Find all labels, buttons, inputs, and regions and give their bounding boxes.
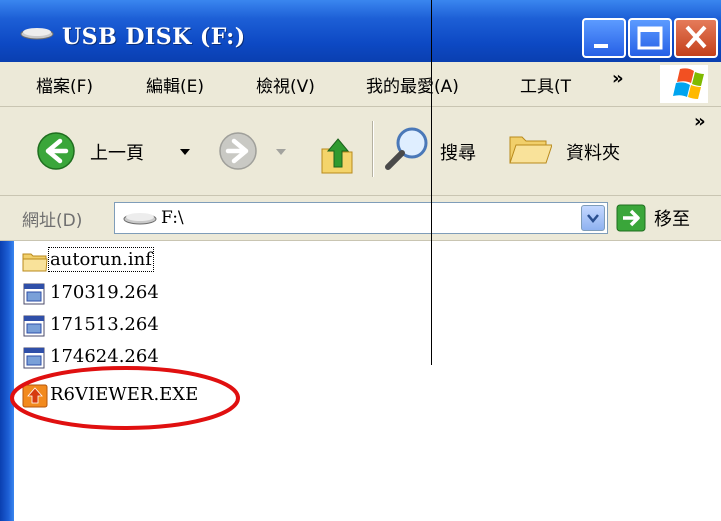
folders-button[interactable]: 資料夾: [508, 123, 648, 175]
usb-drive-icon: [123, 213, 157, 225]
back-dropdown-icon[interactable]: [178, 145, 192, 159]
search-icon: [385, 127, 428, 170]
back-button[interactable]: 上一頁: [36, 125, 204, 175]
back-arrow-icon: [37, 132, 75, 170]
chevron-down-icon: [587, 214, 599, 223]
video-file-icon: [23, 315, 45, 337]
menu-overflow-button[interactable]: »: [612, 68, 624, 89]
forward-button[interactable]: [218, 125, 294, 175]
back-label: 上一頁: [90, 143, 144, 164]
toolbar-separator: [372, 121, 374, 177]
highlight-ellipse: [10, 366, 240, 430]
go-button[interactable]: 移至: [616, 202, 716, 234]
folder-icon: [22, 253, 48, 272]
windows-logo-icon: [660, 65, 708, 103]
folders-icon: [509, 136, 552, 164]
forward-arrow-icon: [219, 132, 257, 170]
search-label: 搜尋: [440, 143, 476, 164]
address-input[interactable]: F:\: [114, 202, 608, 234]
menu-bar: 檔案(F) 編輯(E) 檢視(V) 我的最愛(A) 工具(T »: [0, 62, 721, 107]
window-title: USB DISK (F:): [62, 24, 246, 50]
forward-dropdown-icon: [276, 149, 286, 155]
cursor-line: [431, 0, 432, 365]
up-folder-icon[interactable]: [318, 133, 358, 177]
address-dropdown-button[interactable]: [581, 205, 605, 231]
usb-drive-icon: [20, 28, 54, 40]
go-arrow-icon: [616, 204, 646, 232]
address-bar: 網址(D) F:\ 移至: [0, 196, 721, 241]
close-icon: [685, 25, 707, 49]
minimize-icon: [594, 44, 608, 48]
minimize-button[interactable]: [582, 18, 626, 58]
explorer-window: USB DISK (F:) 檔案(F) 編輯(E) 檢視(V) 我的最愛(A) …: [0, 0, 721, 521]
toolbar: 上一頁 搜尋 資料夾 »: [0, 107, 721, 196]
menu-tools[interactable]: 工具(T: [520, 72, 571, 97]
video-file-icon: [23, 283, 45, 305]
file-name: autorun.inf: [48, 247, 154, 272]
close-button[interactable]: [674, 18, 718, 58]
address-path: F:\: [161, 208, 184, 228]
file-name: 171513.264: [50, 314, 159, 335]
go-label: 移至: [654, 209, 690, 230]
menu-file[interactable]: 檔案(F): [36, 72, 93, 97]
menu-edit[interactable]: 編輯(E): [146, 72, 204, 97]
address-label: 網址(D): [22, 211, 83, 231]
menu-view[interactable]: 檢視(V): [256, 72, 315, 97]
maximize-button[interactable]: [628, 18, 672, 58]
file-name: 170319.264: [50, 282, 159, 303]
menu-favorites[interactable]: 我的最愛(A): [366, 72, 459, 97]
search-button[interactable]: 搜尋: [384, 123, 488, 175]
folders-label: 資料夾: [566, 143, 620, 164]
maximize-icon: [637, 26, 663, 50]
toolbar-overflow-button[interactable]: »: [694, 111, 706, 132]
title-bar[interactable]: USB DISK (F:): [0, 0, 721, 62]
